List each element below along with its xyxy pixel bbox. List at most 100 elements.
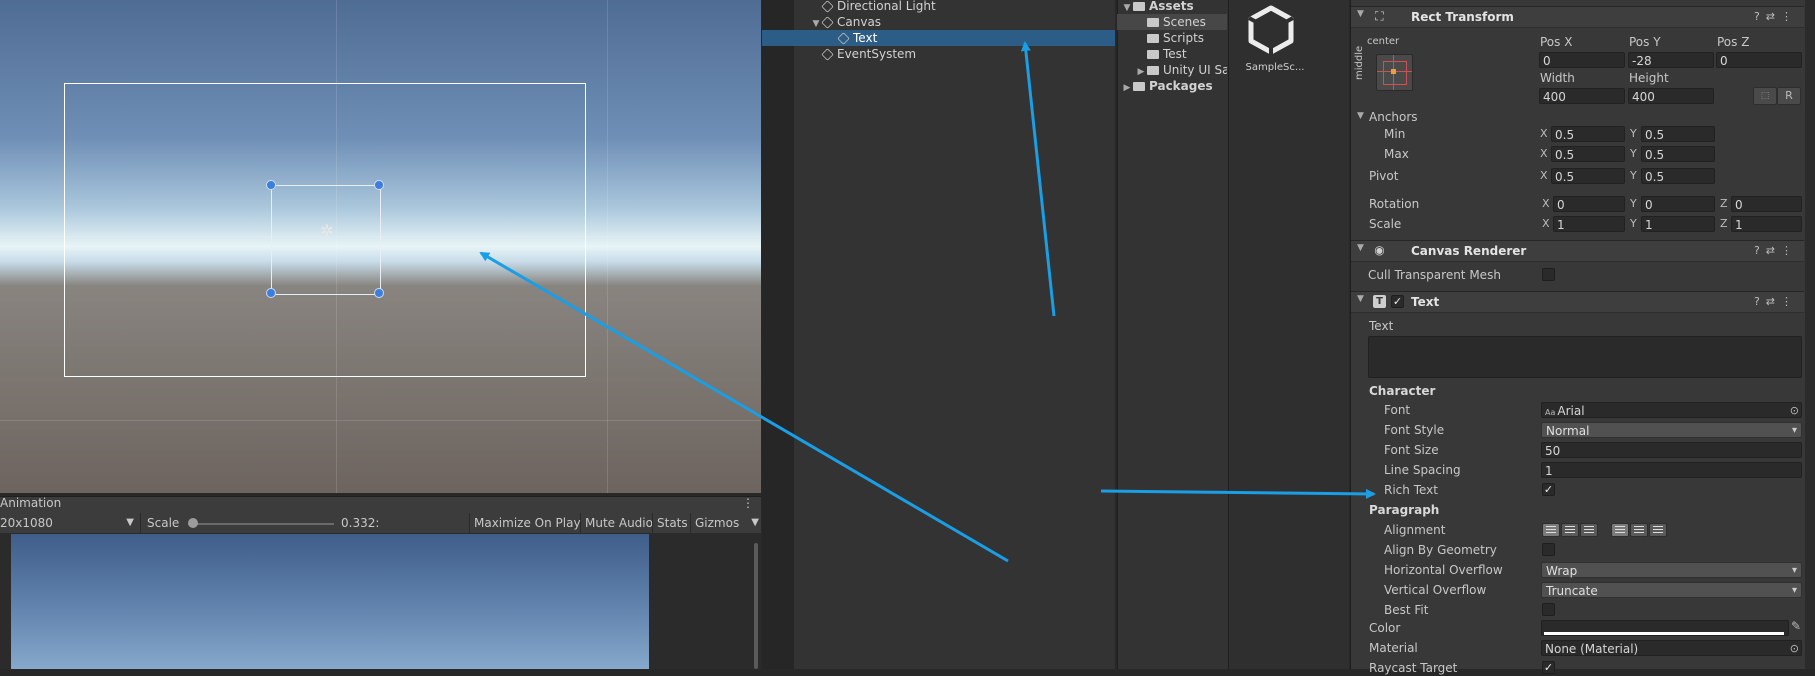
rich-text-checkbox[interactable]: ✓: [1542, 483, 1555, 496]
scale-z-field[interactable]: 1: [1731, 216, 1802, 232]
line-spacing-field[interactable]: 1: [1541, 462, 1802, 478]
text-rect-outline[interactable]: [271, 185, 381, 295]
text-content-area[interactable]: [1368, 336, 1802, 378]
canvas-renderer-header[interactable]: ▼ ◉ Canvas Renderer ?⇄⋮: [1351, 240, 1804, 262]
rotation-z-field[interactable]: 0: [1731, 196, 1802, 212]
width-field[interactable]: 400: [1539, 88, 1625, 104]
anchor-min-label: Min: [1384, 127, 1406, 141]
anchor-min-y-field[interactable]: 0.5: [1641, 126, 1715, 142]
collapsed-arrow-icon[interactable]: ▶: [1121, 80, 1133, 94]
height-field[interactable]: 400: [1628, 88, 1714, 104]
best-fit-checkbox[interactable]: [1542, 603, 1555, 616]
pos-y-field[interactable]: -28: [1628, 52, 1714, 68]
raw-edit-button[interactable]: R: [1777, 87, 1801, 105]
material-object-field[interactable]: None (Material) ⊙: [1541, 640, 1802, 656]
rect-handle-bottom-right[interactable]: [374, 288, 384, 298]
stats-button[interactable]: Stats: [652, 513, 692, 533]
color-field[interactable]: [1541, 620, 1789, 636]
text-component-header[interactable]: ▼ T ✓ Text ?⇄⋮: [1351, 291, 1804, 313]
align-by-geometry-label: Align By Geometry: [1384, 543, 1497, 557]
hierarchy-item-canvas[interactable]: ▼ Canvas: [762, 14, 1115, 30]
folder-icon: [1147, 66, 1159, 75]
rect-handle-top-right[interactable]: [374, 180, 384, 190]
pivot-gizmo-icon[interactable]: ✲: [318, 222, 336, 240]
animation-tab[interactable]: Animation: [0, 495, 61, 512]
pos-x-field[interactable]: 0: [1539, 52, 1625, 68]
inspector-scrollbar[interactable]: [1805, 0, 1815, 669]
gizmos-dropdown[interactable]: Gizmos ▼: [690, 513, 761, 533]
font-style-dropdown[interactable]: Normal: [1541, 422, 1802, 439]
font-size-field[interactable]: 50: [1541, 442, 1802, 458]
object-picker-icon[interactable]: ⊙: [1790, 403, 1799, 417]
font-label: Font: [1384, 403, 1411, 417]
hierarchy-item-text[interactable]: Text: [762, 30, 1115, 46]
folder-scenes[interactable]: Scenes: [1117, 14, 1227, 30]
rect-handle-bottom-left[interactable]: [266, 288, 276, 298]
foldout-arrow-icon[interactable]: ▼: [1357, 111, 1364, 121]
horizontal-overflow-dropdown[interactable]: Wrap: [1541, 562, 1802, 579]
component-tools-icons[interactable]: ?⇄⋮: [1754, 241, 1798, 261]
align-by-geometry-checkbox[interactable]: [1542, 543, 1555, 556]
scale-slider-thumb[interactable]: [188, 518, 198, 528]
align-middle-button[interactable]: [1630, 523, 1648, 537]
raycast-target-checkbox[interactable]: ✓: [1542, 661, 1555, 674]
pos-z-label: Pos Z: [1717, 35, 1750, 49]
foldout-arrow-icon[interactable]: ▼: [1357, 9, 1364, 19]
scale-y-field[interactable]: 1: [1641, 216, 1715, 232]
unity-scene-asset-icon[interactable]: [1245, 4, 1297, 56]
resolution-dropdown[interactable]: 20x1080 ▼: [0, 513, 138, 533]
folder-assets[interactable]: ▼ Assets: [1117, 0, 1227, 14]
anchor-max-y-field[interactable]: 0.5: [1641, 146, 1715, 162]
pivot-x-field[interactable]: 0.5: [1551, 168, 1625, 184]
game-view-scrollbar[interactable]: [754, 543, 758, 669]
folder-unity-ui-samples[interactable]: ▶ Unity UI Sa: [1117, 62, 1227, 78]
component-tools-icons[interactable]: ?⇄⋮: [1754, 7, 1798, 27]
align-center-button[interactable]: [1561, 523, 1579, 537]
material-value: None (Material): [1545, 642, 1639, 656]
anchor-max-x-field[interactable]: 0.5: [1551, 146, 1625, 162]
foldout-arrow-icon[interactable]: ▼: [1357, 243, 1364, 253]
eyedropper-icon[interactable]: ✎: [1791, 619, 1801, 633]
scale-slider-track[interactable]: [188, 523, 334, 525]
vertical-overflow-dropdown[interactable]: Truncate: [1541, 582, 1802, 599]
folder-packages[interactable]: ▶ Packages: [1117, 78, 1227, 94]
folder-test[interactable]: Test: [1117, 46, 1227, 62]
align-top-button[interactable]: [1611, 523, 1629, 537]
expanded-arrow-icon[interactable]: ▼: [1121, 0, 1133, 14]
game-view-render[interactable]: [11, 534, 649, 669]
pos-z-field[interactable]: 0: [1716, 52, 1802, 68]
anchor-max-label: Max: [1384, 147, 1409, 161]
folder-label: Scenes: [1163, 15, 1206, 29]
scale-label: Scale: [140, 513, 179, 533]
blueprint-mode-icon[interactable]: ⬚: [1753, 87, 1777, 105]
scene-file-label[interactable]: SampleSc...: [1232, 62, 1318, 73]
axis-x-label: X: [1542, 197, 1550, 210]
rotation-x-field[interactable]: 0: [1553, 196, 1625, 212]
align-bottom-button[interactable]: [1649, 523, 1667, 537]
anchor-preset-button[interactable]: [1376, 54, 1413, 91]
align-right-button[interactable]: [1580, 523, 1598, 537]
hierarchy-item-eventsystem[interactable]: EventSystem: [762, 46, 1115, 62]
component-enabled-checkbox[interactable]: ✓: [1391, 295, 1404, 308]
rotation-y-field[interactable]: 0: [1641, 196, 1715, 212]
object-picker-icon[interactable]: ⊙: [1790, 641, 1799, 655]
rect-transform-header[interactable]: ▼ ⛶ Rect Transform ?⇄⋮: [1351, 6, 1804, 28]
more-options-icon[interactable]: ⋮: [742, 495, 754, 512]
text-component-icon: T: [1373, 295, 1386, 308]
pivot-y-field[interactable]: 0.5: [1641, 168, 1715, 184]
component-tools-icons[interactable]: ?⇄⋮: [1754, 292, 1798, 312]
foldout-arrow-icon[interactable]: ▼: [1357, 294, 1364, 304]
mute-audio-button[interactable]: Mute Audio: [580, 513, 657, 533]
hierarchy-item-directional-light[interactable]: Directional Light: [762, 0, 1115, 14]
folder-scripts[interactable]: Scripts: [1117, 30, 1227, 46]
collapsed-arrow-icon[interactable]: ▶: [1135, 64, 1147, 78]
scene-grid-line: [0, 420, 761, 421]
scale-x-field[interactable]: 1: [1553, 216, 1625, 232]
rect-handle-top-left[interactable]: [266, 180, 276, 190]
folder-icon: [1147, 34, 1159, 43]
maximize-on-play-button[interactable]: Maximize On Play: [469, 513, 585, 533]
align-left-button[interactable]: [1542, 523, 1560, 537]
cull-transparent-mesh-checkbox[interactable]: [1542, 268, 1555, 281]
font-object-field[interactable]: Aa Arial ⊙: [1541, 402, 1802, 418]
anchor-min-x-field[interactable]: 0.5: [1551, 126, 1625, 142]
